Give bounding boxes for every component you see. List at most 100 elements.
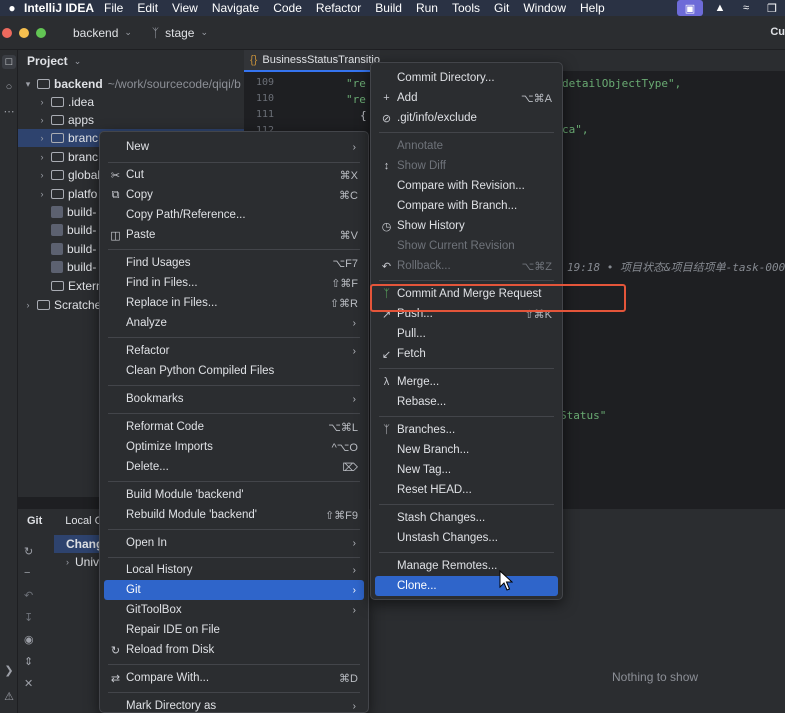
commit-icon[interactable]: − — [24, 567, 30, 579]
screen-share-icon[interactable]: ▣ — [677, 0, 703, 16]
menu-item-manage-remotes[interactable]: Manage Remotes... — [375, 556, 558, 576]
menu-navigate[interactable]: Navigate — [212, 1, 259, 15]
menu-item-refactor[interactable]: Refactor › — [104, 341, 364, 361]
tree-item[interactable]: › apps — [18, 111, 244, 129]
menu-item-repair-ide[interactable]: Repair IDE on File — [104, 620, 364, 640]
menu-item-show-history[interactable]: ◷ Show History — [375, 216, 558, 236]
wifi-icon[interactable]: ≈ — [733, 0, 759, 16]
menu-item-rebase[interactable]: Rebase... — [375, 392, 558, 412]
menu-item-stash[interactable]: Stash Changes... — [375, 508, 558, 528]
collapsed-arrow-icon[interactable]: › — [37, 152, 47, 162]
collapsed-arrow-icon[interactable]: › — [37, 170, 47, 180]
terminal-icon[interactable]: ❯ — [2, 664, 16, 678]
control-center-icon[interactable]: ❐ — [759, 0, 785, 16]
app-menu[interactable]: IntelliJ IDEA — [24, 1, 94, 15]
menu-item-rebuild-module[interactable]: Rebuild Module 'backend' ⇧⌘F9 — [104, 505, 364, 525]
close-window-icon[interactable] — [2, 27, 12, 38]
collapsed-arrow-icon[interactable]: › — [66, 557, 69, 567]
code-line[interactable]: detailObjectType", — [562, 77, 681, 90]
menu-item-commit-directory[interactable]: Commit Directory... — [375, 68, 558, 88]
menu-item-compare-branch[interactable]: Compare with Branch... — [375, 196, 558, 216]
collapsed-arrow-icon[interactable]: › — [37, 133, 47, 143]
rollback-icon[interactable]: ↶ — [24, 589, 33, 602]
collapsed-arrow-icon[interactable]: › — [37, 189, 47, 199]
menu-item-optimize-imports[interactable]: Optimize Imports ^⌥O — [104, 437, 364, 457]
menu-item-compare-with[interactable]: ⇄ Compare With... ⌘D — [104, 668, 364, 688]
menu-build[interactable]: Build — [375, 1, 402, 15]
project-selector[interactable]: backend ⌄ — [73, 26, 132, 40]
menu-item-reset-head[interactable]: Reset HEAD... — [375, 480, 558, 500]
menu-item-clone[interactable]: Clone... — [375, 576, 558, 596]
project-tool-icon[interactable]: □ — [2, 55, 16, 69]
menu-item-bookmarks[interactable]: Bookmarks › — [104, 389, 364, 409]
minimize-window-icon[interactable] — [19, 27, 29, 38]
menu-item-reformat[interactable]: Reformat Code ⌥⌘L — [104, 417, 364, 437]
collapsed-arrow-icon[interactable]: › — [37, 115, 47, 125]
menu-item-gittoolbox[interactable]: GitToolBox › — [104, 600, 364, 620]
branch-selector[interactable]: ᛉ stage ⌄ — [152, 26, 208, 40]
commit-tool-icon[interactable]: ○ — [2, 80, 16, 94]
menu-file[interactable]: File — [104, 1, 123, 15]
code-line[interactable]: Status" — [560, 409, 606, 422]
menu-item-delete[interactable]: Delete... ⌦ — [104, 457, 364, 477]
menu-item-add[interactable]: + Add ⌥⌘A — [375, 88, 558, 108]
menu-item-mark-directory[interactable]: Mark Directory as › — [104, 696, 364, 713]
menu-item-replace-in-files[interactable]: Replace in Files... ⇧⌘R — [104, 293, 364, 313]
menu-window[interactable]: Window — [523, 1, 566, 15]
menu-tools[interactable]: Tools — [452, 1, 480, 15]
menu-item-branches[interactable]: ᛉ Branches... — [375, 420, 558, 440]
menu-help[interactable]: Help — [580, 1, 605, 15]
menu-item-compare-revision[interactable]: Compare with Revision... — [375, 176, 558, 196]
menu-item-paste[interactable]: ◫ Paste ⌘V — [104, 225, 364, 245]
vpn-icon[interactable]: ▲ — [707, 0, 733, 16]
menu-item-copy-path[interactable]: Copy Path/Reference... — [104, 205, 364, 225]
code-line[interactable]: { — [360, 109, 367, 122]
menu-item-new-branch[interactable]: New Branch... — [375, 440, 558, 460]
menu-item-merge[interactable]: λ Merge... — [375, 372, 558, 392]
zoom-window-icon[interactable] — [36, 27, 46, 38]
menu-item-fetch[interactable]: ↙ Fetch — [375, 344, 558, 364]
expand-icon[interactable]: ⇕ — [24, 655, 33, 668]
menu-item-new[interactable]: New › — [104, 137, 364, 157]
menu-item-build-module[interactable]: Build Module 'backend' — [104, 485, 364, 505]
menu-item-cut[interactable]: ✂ Cut ⌘X — [104, 165, 364, 185]
menu-refactor[interactable]: Refactor — [316, 1, 361, 15]
eye-icon[interactable]: ◉ — [24, 633, 34, 646]
tree-root[interactable]: ▾ backend ~/work/sourcecode/qiqi/b — [18, 75, 244, 93]
code-line[interactable]: "re — [346, 77, 366, 90]
code-line[interactable]: ca", — [562, 123, 589, 136]
menu-run[interactable]: Run — [416, 1, 438, 15]
menu-item-pull[interactable]: Pull... — [375, 324, 558, 344]
menu-item-local-history[interactable]: Local History › — [104, 560, 364, 580]
menu-edit[interactable]: Edit — [137, 1, 158, 15]
menu-item-find-in-files[interactable]: Find in Files... ⇧⌘F — [104, 273, 364, 293]
menu-item-copy[interactable]: ⧉ Copy ⌘C — [104, 185, 364, 205]
menu-item-git-exclude[interactable]: ⊘ .git/info/exclude — [375, 108, 558, 128]
tab-local-changes[interactable]: Local C — [65, 515, 102, 527]
menu-item-clean-python[interactable]: Clean Python Compiled Files — [104, 361, 364, 381]
tab-git[interactable]: Git — [27, 515, 42, 527]
menu-item-reload[interactable]: ↻ Reload from Disk — [104, 640, 364, 660]
menu-item-new-tag[interactable]: New Tag... — [375, 460, 558, 480]
editor-tab[interactable]: {} BusinessStatusTransitionLog.json — [244, 50, 380, 72]
project-panel-header[interactable]: Project ⌄ — [18, 50, 244, 72]
collapsed-arrow-icon[interactable]: › — [23, 300, 33, 310]
apple-icon[interactable]: ● — [0, 1, 24, 15]
menu-code[interactable]: Code — [273, 1, 302, 15]
collapse-icon[interactable]: ✕ — [24, 677, 33, 690]
code-line[interactable]: "re — [346, 93, 366, 106]
menu-item-git[interactable]: Git › — [104, 580, 364, 600]
refresh-icon[interactable]: ↻ — [24, 545, 33, 558]
problems-icon[interactable]: ⚠ — [2, 690, 16, 704]
menu-git[interactable]: Git — [494, 1, 509, 15]
menu-item-open-in[interactable]: Open In › — [104, 533, 364, 553]
menu-item-find-usages[interactable]: Find Usages ⌥F7 — [104, 253, 364, 273]
expanded-arrow-icon[interactable]: ▾ — [23, 79, 33, 90]
collapsed-arrow-icon[interactable]: › — [37, 97, 47, 107]
menu-item-analyze[interactable]: Analyze › — [104, 313, 364, 333]
menu-view[interactable]: View — [172, 1, 198, 15]
menu-item-unstash[interactable]: Unstash Changes... — [375, 528, 558, 548]
tree-item[interactable]: › .idea — [18, 93, 244, 111]
more-tools-icon[interactable]: ⋯ — [2, 105, 16, 119]
update-icon[interactable]: ↧ — [24, 611, 33, 624]
